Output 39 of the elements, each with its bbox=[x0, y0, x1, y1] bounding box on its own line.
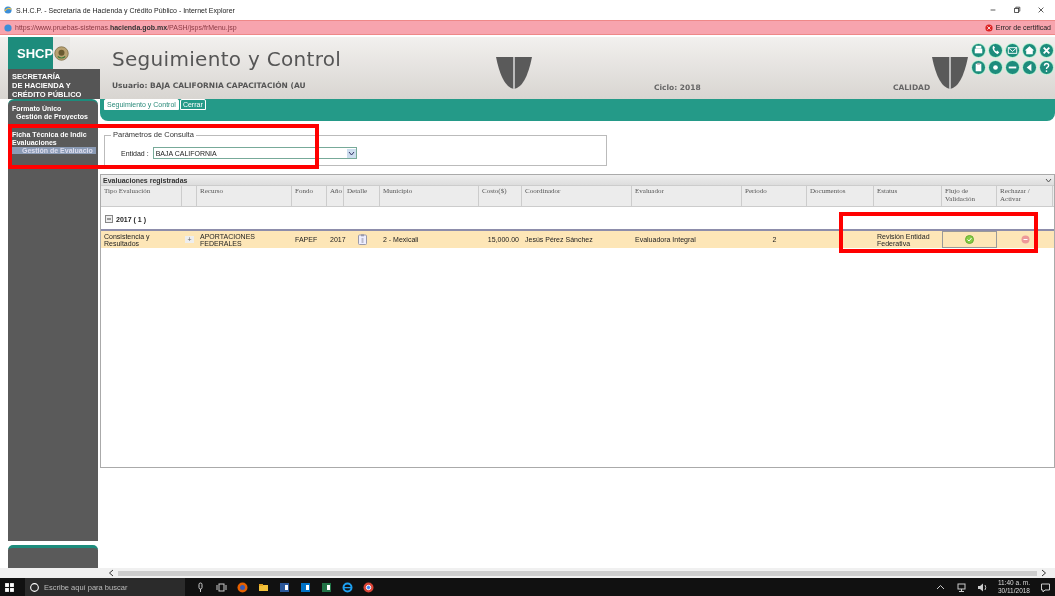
notification-icon[interactable] bbox=[1040, 581, 1051, 593]
dropdown-arrow-icon bbox=[346, 148, 356, 158]
back-icon[interactable] bbox=[1022, 60, 1037, 75]
browser-icon bbox=[4, 6, 12, 14]
horizontal-scrollbar[interactable] bbox=[0, 568, 1055, 578]
logo-text: SHCP bbox=[8, 37, 54, 69]
task-view-icon[interactable] bbox=[216, 581, 227, 593]
header-ornament bbox=[932, 57, 968, 89]
spreadsheet-icon[interactable] bbox=[321, 581, 332, 593]
word-processor-icon[interactable] bbox=[279, 581, 290, 593]
chevron-down-icon[interactable] bbox=[1045, 176, 1052, 184]
check-circle-icon[interactable] bbox=[965, 234, 974, 245]
browser-e-icon[interactable] bbox=[342, 581, 353, 593]
print-icon[interactable] bbox=[971, 43, 986, 58]
minus-icon[interactable] bbox=[1005, 60, 1020, 75]
circle-browser-icon[interactable] bbox=[363, 581, 374, 593]
close-icon[interactable] bbox=[1037, 6, 1045, 14]
microphone-icon[interactable] bbox=[195, 581, 206, 593]
restore-icon[interactable] bbox=[1013, 6, 1021, 14]
mail-icon[interactable] bbox=[1005, 43, 1020, 58]
folder-icon[interactable] bbox=[258, 581, 269, 593]
page-icon bbox=[4, 23, 12, 32]
help-icon[interactable] bbox=[1039, 60, 1054, 75]
search-icon bbox=[29, 581, 40, 593]
app-title: Seguimiento y Control bbox=[112, 47, 342, 71]
collapse-toggle-icon[interactable] bbox=[105, 215, 113, 223]
dot-icon[interactable] bbox=[988, 60, 1003, 75]
windows-logo-icon[interactable] bbox=[4, 581, 15, 593]
emblem-icon bbox=[54, 45, 70, 61]
home-icon[interactable] bbox=[1022, 43, 1037, 58]
clipboard-icon[interactable] bbox=[357, 234, 367, 245]
network-icon[interactable] bbox=[955, 581, 967, 593]
error-icon bbox=[984, 23, 993, 32]
scrollbar-thumb[interactable] bbox=[118, 570, 1037, 576]
header-ornament bbox=[496, 57, 532, 89]
mail-app-icon[interactable] bbox=[300, 581, 311, 593]
browser-icon[interactable] bbox=[237, 581, 248, 593]
phone-icon[interactable] bbox=[988, 43, 1003, 58]
speaker-icon[interactable] bbox=[976, 581, 988, 593]
